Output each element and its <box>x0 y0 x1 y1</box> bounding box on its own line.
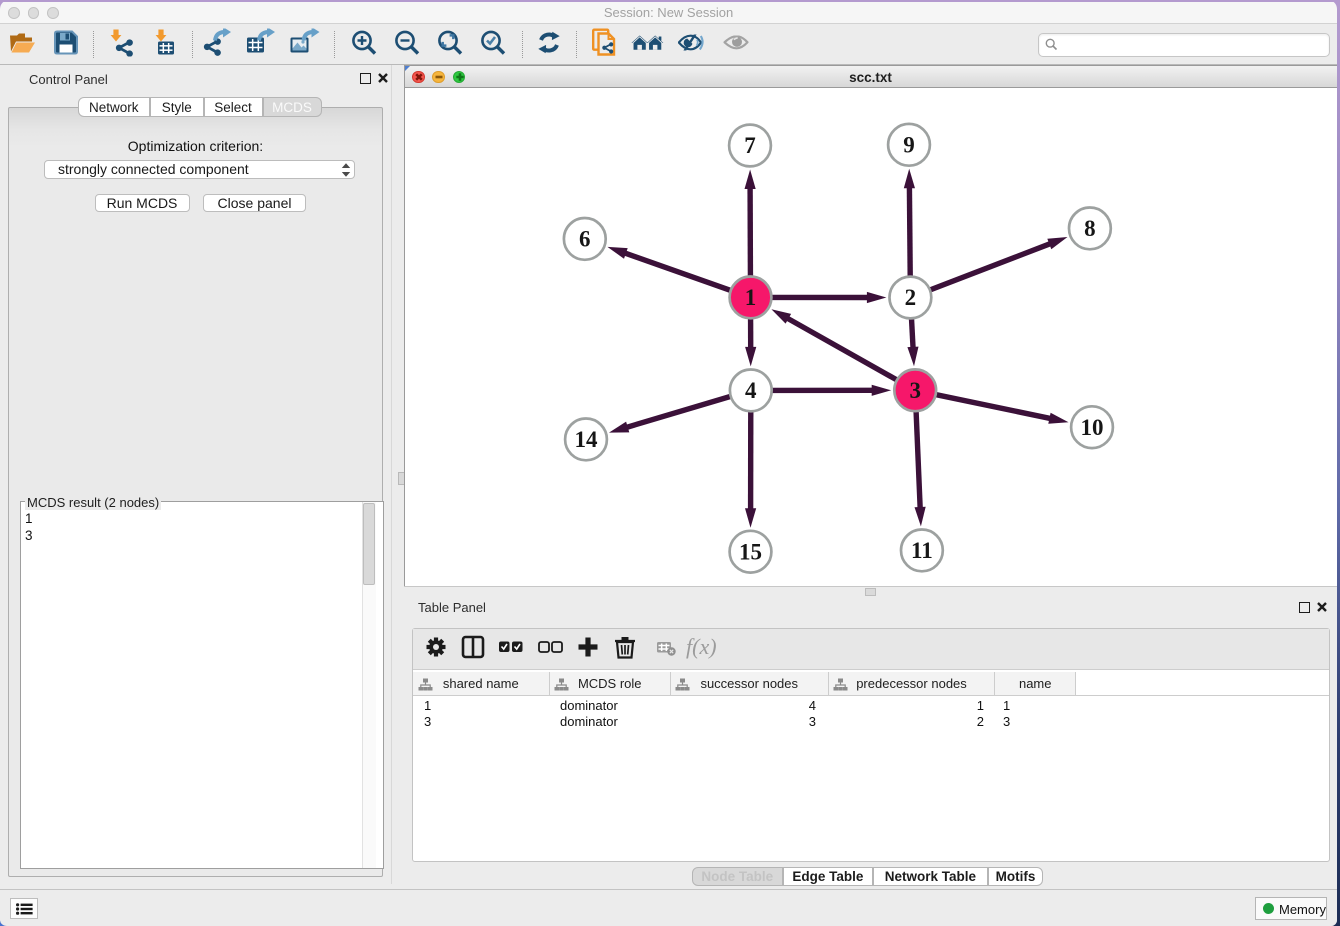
svg-text:3: 3 <box>909 378 921 403</box>
svg-text:11: 11 <box>911 538 933 563</box>
svg-text:6: 6 <box>579 227 591 252</box>
svg-text:8: 8 <box>1084 216 1096 241</box>
svg-text:14: 14 <box>575 427 599 452</box>
svg-text:9: 9 <box>903 132 915 157</box>
svg-text:2: 2 <box>905 285 917 310</box>
svg-text:15: 15 <box>739 539 762 564</box>
svg-text:1: 1 <box>745 285 757 310</box>
svg-text:7: 7 <box>744 133 756 158</box>
svg-text:4: 4 <box>745 378 757 403</box>
svg-text:10: 10 <box>1081 415 1104 440</box>
